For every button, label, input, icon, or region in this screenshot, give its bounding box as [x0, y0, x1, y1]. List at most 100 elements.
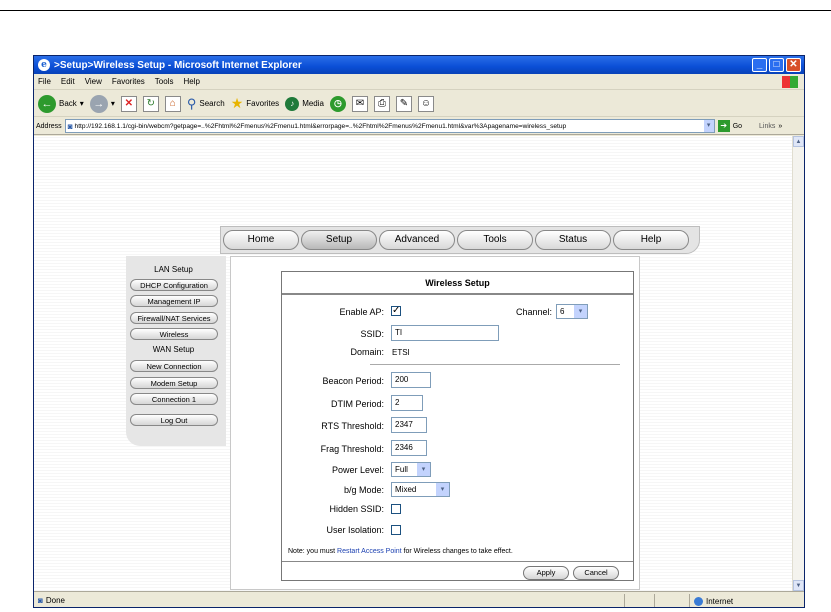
power-level-select[interactable]: Full ▾: [391, 462, 431, 477]
note-prefix: Note: you must: [288, 548, 338, 555]
sidebar-item-management-ip[interactable]: Management IP: [130, 295, 218, 307]
status-text: Done: [45, 596, 65, 605]
media-icon: ♪: [285, 96, 300, 111]
chevron-down-icon: ▾: [110, 99, 115, 108]
power-level-label: Power Level:: [331, 465, 384, 475]
go-label[interactable]: Go: [733, 123, 742, 130]
bg-mode-value: Mixed: [395, 485, 417, 494]
chevron-down-icon: ▾: [574, 305, 587, 318]
sidebar-item-new-connection[interactable]: New Connection: [130, 360, 218, 372]
maximize-button[interactable]: □: [769, 58, 784, 72]
tab-home[interactable]: Home: [223, 230, 299, 250]
page-done-icon: ◙: [38, 596, 43, 605]
sidebar-item-wireless[interactable]: Wireless: [130, 328, 218, 340]
search-button[interactable]: ⚲ Search: [187, 96, 225, 112]
security-zone: Internet: [689, 594, 733, 607]
nav-tabs: Home Setup Advanced Tools Status Help: [220, 226, 700, 254]
chevron-down-icon: ▾: [79, 99, 84, 108]
beacon-period-label: Beacon Period:: [322, 376, 384, 386]
channel-select[interactable]: 6 ▾: [556, 304, 588, 319]
messenger-icon[interactable]: ☺: [417, 95, 434, 112]
chevron-down-icon[interactable]: ▾: [703, 120, 714, 132]
enable-ap-checkbox[interactable]: ✓: [391, 306, 401, 316]
menu-tools[interactable]: Tools: [155, 77, 174, 86]
cancel-button[interactable]: Cancel: [573, 566, 619, 580]
ssid-input[interactable]: TI: [391, 325, 499, 341]
frag-threshold-input[interactable]: 2346: [391, 440, 427, 456]
tab-status[interactable]: Status: [535, 230, 611, 250]
bg-mode-select[interactable]: Mixed ▾: [391, 482, 450, 497]
sidebar-item-dhcp-configuration[interactable]: DHCP Configuration: [130, 279, 218, 291]
user-isolation-checkbox[interactable]: [391, 525, 401, 535]
print-icon[interactable]: ⎙: [373, 95, 390, 112]
sidebar-item-firewall-nat[interactable]: Firewall/NAT Services: [130, 312, 218, 324]
mail-icon[interactable]: ✉: [351, 95, 368, 112]
refresh-icon[interactable]: ↻: [142, 95, 159, 112]
ie-logo-icon: e: [38, 59, 50, 71]
restart-access-point-link[interactable]: Restart Access Point: [337, 548, 402, 555]
status-bar: ◙ Done Internet: [34, 591, 804, 607]
scroll-up-icon[interactable]: ▲: [793, 136, 804, 147]
stop-icon[interactable]: ✕: [120, 95, 137, 112]
side-menu: LAN Setup DHCP Configuration Management …: [126, 256, 226, 446]
history-icon[interactable]: ◷: [329, 95, 346, 112]
channel-value: 6: [560, 307, 565, 316]
scroll-down-icon[interactable]: ▼: [793, 580, 804, 591]
domain-value: ETSI: [392, 348, 410, 357]
address-bar: Address ◙ http://192.168.1.1/cgi-bin/web…: [34, 118, 804, 135]
restart-note: Note: you must Restart Access Point for …: [288, 548, 628, 555]
edit-icon[interactable]: ✎: [395, 95, 412, 112]
hidden-ssid-checkbox[interactable]: [391, 504, 401, 514]
menu-favorites[interactable]: Favorites: [112, 77, 145, 86]
window-title: >Setup>Wireless Setup - Microsoft Intern…: [54, 59, 302, 71]
menu-file[interactable]: File: [38, 77, 51, 86]
media-label: Media: [302, 99, 324, 108]
menu-edit[interactable]: Edit: [61, 77, 75, 86]
page-content: Home Setup Advanced Tools Status Help LA…: [34, 136, 794, 591]
vertical-scrollbar[interactable]: ▲ ▼: [792, 136, 804, 591]
rts-threshold-input[interactable]: 2347: [391, 417, 427, 433]
media-button[interactable]: ♪ Media: [285, 96, 324, 111]
channel-label: Channel:: [515, 307, 552, 317]
beacon-period-input[interactable]: 200: [391, 372, 431, 388]
links-label[interactable]: Links: [759, 123, 775, 130]
tab-advanced[interactable]: Advanced: [379, 230, 455, 250]
back-button[interactable]: ← Back ▾: [38, 94, 84, 113]
sidebar-item-connection-1[interactable]: Connection 1: [130, 393, 218, 405]
close-button[interactable]: ✕: [786, 58, 801, 72]
hidden-ssid-label: Hidden SSID:: [329, 504, 384, 514]
home-icon[interactable]: ⌂: [164, 95, 181, 112]
back-arrow-icon: ←: [38, 94, 56, 113]
favorites-label: Favorites: [246, 99, 280, 108]
menu-help[interactable]: Help: [183, 77, 199, 86]
rts-threshold-label: RTS Threshold:: [321, 421, 384, 431]
chevron-right-icon[interactable]: »: [778, 123, 782, 130]
chevron-down-icon: ▾: [436, 483, 449, 496]
menu-view[interactable]: View: [85, 77, 102, 86]
form-title: Wireless Setup: [282, 272, 633, 295]
tab-help[interactable]: Help: [613, 230, 689, 250]
bg-mode-label: b/g Mode:: [343, 485, 384, 495]
minimize-button[interactable]: _: [752, 58, 767, 72]
address-input[interactable]: ◙ http://192.168.1.1/cgi-bin/webcm?getpa…: [64, 119, 715, 133]
favorites-button[interactable]: ★ Favorites: [231, 95, 279, 112]
page-icon: ◙: [67, 121, 73, 131]
tab-tools[interactable]: Tools: [457, 230, 533, 250]
forward-button[interactable]: → ▾: [89, 94, 115, 113]
dtim-period-input[interactable]: 2: [391, 395, 423, 411]
windows-flag-icon: [782, 76, 798, 88]
check-mark-icon: ✓: [392, 305, 401, 316]
user-isolation-label: User Isolation:: [326, 525, 384, 535]
star-icon: ★: [230, 95, 244, 111]
title-bar[interactable]: e >Setup>Wireless Setup - Microsoft Inte…: [34, 56, 804, 74]
tab-setup[interactable]: Setup: [301, 230, 377, 250]
globe-icon: [694, 596, 703, 606]
menu-bar: File Edit View Favorites Tools Help: [34, 74, 804, 90]
apply-button[interactable]: Apply: [523, 566, 569, 580]
forward-arrow-icon: →: [89, 94, 108, 113]
sidebar-item-modem-setup[interactable]: Modem Setup: [130, 377, 218, 389]
search-icon: ⚲: [186, 95, 197, 111]
go-arrow-icon[interactable]: ➔: [717, 120, 730, 132]
search-label: Search: [199, 99, 225, 108]
sidebar-item-log-out[interactable]: Log Out: [130, 414, 218, 426]
